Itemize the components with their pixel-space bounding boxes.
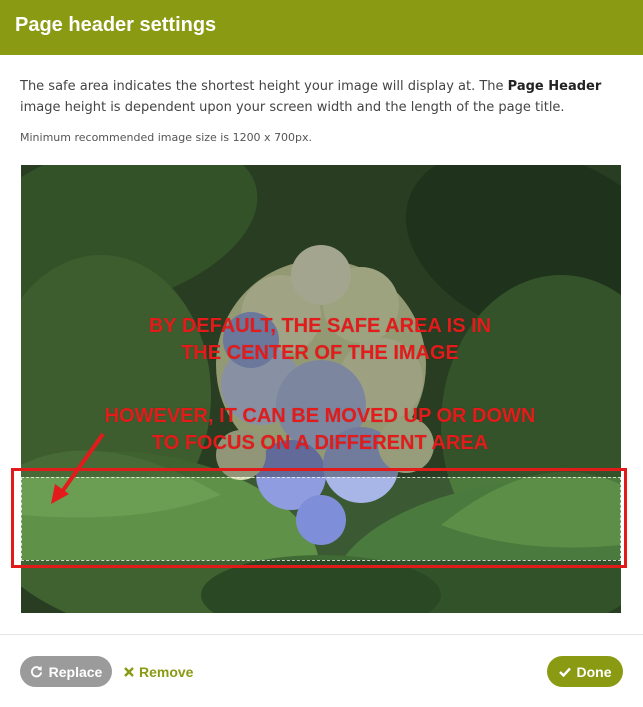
annotation-line-2: THE CENTER OF THE IMAGE [181,342,459,364]
remove-label: Remove [139,664,194,680]
description-part2: image height is dependent upon your scre… [20,100,565,115]
done-button[interactable]: Done [547,656,623,687]
description-part1: The safe area indicates the shortest hei… [20,79,508,94]
footer-divider [0,634,643,635]
dialog-title: Page header settings [15,14,217,36]
remove-button[interactable]: Remove [124,662,193,682]
annotation-line-1: BY DEFAULT, THE SAFE AREA IS IN [148,315,492,337]
annotation-line-3: HOWEVER, IT CAN BE MOVED UP OR DOWN [104,405,536,427]
description-text: The safe area indicates the shortest hei… [20,76,620,118]
x-icon [124,667,134,677]
replace-button[interactable]: Replace [20,656,112,687]
annotation-default-center: BY DEFAULT, THE SAFE AREA IS IN THE CENT… [95,313,545,367]
refresh-icon [30,665,43,678]
dialog-header: Page header settings [0,0,643,55]
annotation-safe-area-box [11,468,627,568]
replace-label: Replace [48,663,103,680]
annotation-line-4: TO FOCUS ON A DIFFERENT AREA [151,432,489,454]
check-icon [558,667,571,677]
annotation-move: HOWEVER, IT CAN BE MOVED UP OR DOWN TO F… [50,403,590,457]
min-size-note: Minimum recommended image size is 1200 x… [20,131,313,144]
description-bold: Page Header [507,79,602,94]
done-label: Done [576,663,612,680]
